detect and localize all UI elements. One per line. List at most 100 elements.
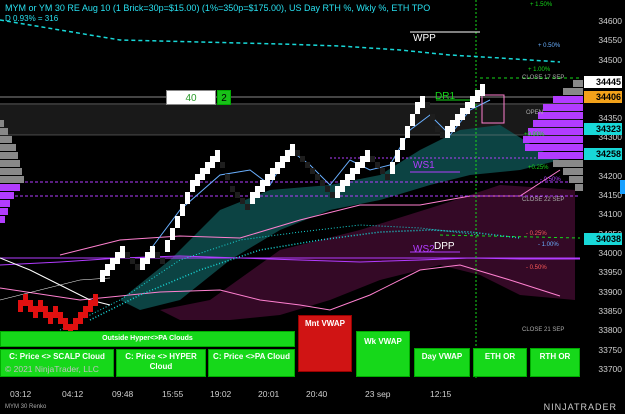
renko-brick [145, 252, 150, 258]
volume-bar [0, 152, 18, 159]
renko-brick [78, 318, 83, 324]
renko-brick [455, 120, 460, 126]
renko-brick [360, 156, 365, 162]
time-tick: 20:01 [258, 389, 280, 399]
pct-plus-150: + 1.50% [530, 2, 553, 8]
price-pa-cloud-button[interactable]: C: Price <>PA Cloud [208, 349, 295, 377]
price-tick: 33950 [598, 267, 622, 278]
renko-brick [390, 162, 395, 168]
eth-or-button[interactable]: ETH OR [473, 348, 527, 377]
renko-brick [195, 180, 200, 186]
renko-brick [415, 102, 420, 108]
renko-brick [73, 318, 78, 324]
renko-brick [225, 174, 230, 180]
renko-brick [165, 240, 170, 246]
renko-brick [93, 300, 98, 306]
outside-hyper-pa-clouds-button[interactable]: Outside Hyper<>PA Clouds [0, 331, 295, 347]
renko-brick [410, 114, 415, 120]
renko-brick [180, 210, 185, 216]
price-tick: 34000 [598, 248, 622, 258]
renko-brick [230, 186, 235, 192]
renko-brick [58, 318, 63, 324]
renko-brick [280, 162, 285, 168]
renko-brick [205, 162, 210, 168]
renko-brick [365, 156, 370, 162]
renko-brick [18, 300, 23, 306]
copyright-text: © 2021 NinjaTrader, LLC [5, 364, 99, 374]
time-tick: 23 sep [365, 389, 391, 399]
renko-brick [145, 258, 150, 264]
renko-brick [105, 270, 110, 276]
renko-brick [295, 150, 300, 156]
time-tick: 19:02 [210, 389, 232, 399]
renko-brick [210, 162, 215, 168]
volume-bar [525, 144, 583, 151]
renko-brick [350, 174, 355, 180]
renko-brick [43, 306, 48, 312]
renko-brick [140, 258, 145, 264]
price-marker: 34445 [584, 75, 622, 88]
time-tick: 09:48 [112, 389, 134, 399]
price-marker: 34038 [584, 233, 622, 246]
volume-bar [0, 216, 5, 223]
renko-brick [110, 264, 115, 270]
volume-bar [553, 160, 583, 167]
renko-brick [105, 264, 110, 270]
renko-brick [385, 174, 390, 180]
mnt-vwap-button[interactable]: Mnt VWAP [298, 315, 352, 372]
renko-brick [415, 108, 420, 114]
close-22-label: CLOSE 22 SEP [522, 197, 565, 203]
renko-brick [355, 168, 360, 174]
scroll-handle[interactable] [620, 180, 625, 194]
pct-plus-050: + 0.50% [538, 43, 561, 49]
day-vwap-button[interactable]: Day VWAP [414, 348, 470, 377]
price-hyper-cloud-button[interactable]: C: Price <> HYPER Cloud [116, 349, 206, 377]
renko-brick [185, 192, 190, 198]
renko-brick [460, 114, 465, 120]
renko-brick [170, 234, 175, 240]
time-tick: 03:12 [10, 389, 32, 399]
pct-minus-100: - 1.00% [538, 242, 559, 248]
time-tick: 20:40 [306, 389, 328, 399]
order-quantity-field[interactable]: 40 [166, 90, 216, 105]
renko-brick [430, 114, 435, 120]
price-tick: 34550 [598, 35, 622, 46]
renko-brick [88, 300, 93, 306]
renko-brick [330, 192, 335, 198]
renko-brick [290, 144, 295, 150]
renko-brick [38, 300, 43, 306]
renko-brick [93, 294, 98, 300]
pct-plus-090: +0.90% [524, 132, 545, 138]
renko-brick [440, 132, 445, 138]
renko-brick [53, 312, 58, 318]
ninjatrader-logo: NINJATRADER [543, 402, 617, 412]
volume-bar [573, 80, 583, 87]
price-tick: 34200 [598, 170, 622, 181]
renko-brick [110, 258, 115, 264]
renko-brick [355, 162, 360, 168]
renko-brick [270, 174, 275, 180]
renko-brick [260, 186, 265, 192]
renko-brick [290, 150, 295, 156]
renko-brick [190, 186, 195, 192]
time-tick: 15:55 [162, 389, 184, 399]
price-tick: 33750 [598, 344, 622, 355]
volume-bar [553, 96, 583, 103]
rth-or-button[interactable]: RTH OR [530, 348, 580, 377]
renko-brick [120, 252, 125, 258]
price-tick: 33850 [598, 306, 622, 316]
renko-brick [275, 168, 280, 174]
volume-bar [0, 136, 12, 143]
instrument-footer: MYM 30 Renko [5, 404, 47, 410]
renko-brick [68, 324, 73, 330]
volume-bar [575, 184, 583, 191]
wk-vwap-button[interactable]: Wk VWAP [356, 331, 410, 377]
renko-brick [340, 180, 345, 186]
renko-brick [370, 156, 375, 162]
renko-brick [210, 156, 215, 162]
renko-brick [420, 102, 425, 108]
renko-brick [465, 108, 470, 114]
quantity-button[interactable]: 2 [217, 90, 231, 105]
renko-brick [475, 90, 480, 96]
volume-bar [0, 200, 10, 207]
